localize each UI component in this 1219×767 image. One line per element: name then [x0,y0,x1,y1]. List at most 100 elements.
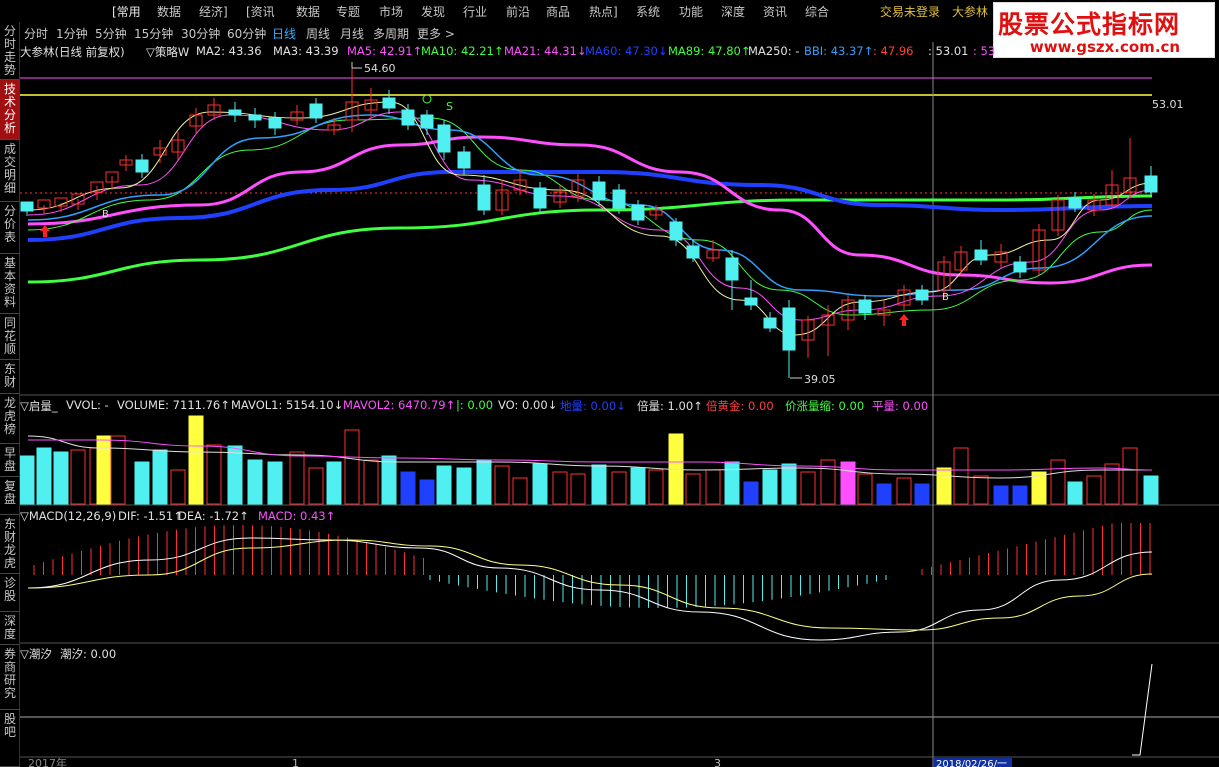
sidebar-tab-8[interactable]: 早盘 [0,444,20,477]
volume-bar-51 [973,475,989,505]
sidebar-tab-3[interactable]: 分价表 [0,202,20,254]
volume-bar-40 [762,469,778,505]
period-tab-6[interactable]: 日线 [272,25,296,42]
chart-canvas[interactable]: 54.60 39.05 53.01 B B S 2017年 1 3 2018/02/26/一 [0,0,1219,767]
volume-bar-48 [914,483,930,505]
candle-body-24 [457,151,471,169]
xaxis-label-2: 3 [714,757,721,767]
period-tab-8[interactable]: 月线 [340,25,364,42]
legend-item-3: MAVOL2: 6470.79↑ [343,398,456,412]
volume-bar-5 [96,435,112,505]
period-tab-7[interactable]: 周线 [306,25,330,42]
period-tab-4[interactable]: 30分钟 [181,25,220,42]
candle-body-28 [533,187,547,209]
legend-item-0: VVOL: - [66,398,109,412]
legend-item-1: MA3: 43.39 [273,44,339,58]
candle-body-20 [382,97,396,109]
menu-item-3[interactable]: [资讯 [246,3,275,20]
sidebar-tab-0[interactable]: 分时走势 [0,22,20,80]
sidebar-tab-10[interactable]: 东财龙虎 [0,515,20,574]
menu-item-7[interactable]: 发现 [421,3,445,20]
candle-body-16 [309,103,323,119]
volume-bar-26 [494,465,510,505]
volume-bar-41 [781,463,797,505]
menu-item-8[interactable]: 行业 [463,3,487,20]
volume-bar-30 [570,473,586,505]
menu-item-0[interactable]: [常用 [112,3,141,20]
volume-bar-15 [289,451,305,505]
candle-body-60 [1144,175,1158,193]
candle-body-0 [20,201,34,212]
legend-item-7: 倍量: 1.00↑ [637,399,703,413]
menu-item-11[interactable]: 热点] [589,3,618,20]
legend-item-7: MA250: - [748,44,800,58]
volume-bar-39 [743,481,759,505]
cursor-date-label: 2018/02/26/一 [936,759,1007,767]
volume-bar-59 [1122,447,1138,505]
buy-marker-b: B [102,209,109,220]
candle-body-48 [915,289,929,301]
candle-body-38 [725,257,739,281]
legend-item-3: MA10: 42.21↑ [421,44,504,58]
menu-item-2[interactable]: 经济] [199,3,228,20]
volume-bar-49 [936,467,952,505]
period-tab-9[interactable]: 多周期 [373,25,409,42]
sidebar-tab-6[interactable]: 东财 [0,360,20,394]
volume-bar-54 [1031,471,1047,505]
sidebar-tab-12[interactable]: 深度 [0,612,20,645]
menu-item-14[interactable]: 深度 [721,3,745,20]
volume-bar-19 [363,459,379,505]
volume-bar-34 [648,469,664,505]
legend-item-6: MA89: 47.80↑ [668,44,751,58]
menu-item-16[interactable]: 综合 [805,3,829,20]
menu-item-12[interactable]: 系统 [636,3,660,20]
legend-title: ▽启量_ [20,399,58,413]
period-tab-1[interactable]: 1分钟 [56,25,88,42]
login-status[interactable]: 交易未登录 [880,3,940,20]
sidebar-tab-7[interactable]: 龙虎榜 [0,394,20,444]
candle-body-12 [228,109,242,116]
period-tab-0[interactable]: 分时 [24,25,48,42]
buy-arrow-icon [40,225,50,237]
strategy-label[interactable]: ▽策略W [146,44,189,60]
menu-item-1[interactable]: 数据 [157,3,181,20]
menu-item-13[interactable]: 功能 [679,3,703,20]
period-tab-3[interactable]: 15分钟 [134,25,173,42]
volume-bar-32 [611,471,627,505]
volume-bar-11 [206,444,222,505]
menu-item-4[interactable]: 数据 [296,3,320,20]
menu-item-10[interactable]: 商品 [546,3,570,20]
volume-bar-0 [19,455,35,505]
volume-bar-9 [170,469,186,505]
period-tab-2[interactable]: 5分钟 [95,25,127,42]
volume-bar-6 [110,435,126,505]
legend-item-0: DIF: -1.51↑ [118,509,183,523]
volume-bar-55 [1050,459,1066,505]
volume-bar-21 [400,471,416,505]
candle-body-56 [1068,197,1082,209]
sidebar-tab-2[interactable]: 成交明细 [0,140,20,202]
volume-bar-57 [1086,475,1102,505]
period-tab-10[interactable]: 更多 > [417,25,455,42]
sidebar-tab-4[interactable]: 基本资料 [0,254,20,314]
menu-item-6[interactable]: 市场 [379,3,403,20]
candle-body-41 [782,307,796,351]
sidebar-tab-13[interactable]: 券商研究 [0,645,20,710]
legend-item-5: MA60: 47.30↓ [585,44,668,58]
sidebar-tab-14[interactable]: 股吧 [0,710,20,767]
volume-bar-29 [552,471,568,505]
sidebar-tab-11[interactable]: 诊股 [0,574,20,612]
period-tab-5[interactable]: 60分钟 [227,25,266,42]
candle-body-39 [744,297,758,306]
volume-bar-22 [419,479,435,505]
sidebar-tab-5[interactable]: 同花顺 [0,314,20,360]
legend-item-6: 地量: 0.00↓ [560,399,626,413]
candle-body-14 [268,117,282,129]
legend-item-0: 潮汐: 0.00 [60,647,117,661]
menu-item-5[interactable]: 专题 [336,3,360,20]
sidebar-tab-1[interactable]: 技术分析 [0,80,20,140]
menu-item-9[interactable]: 前沿 [506,3,530,20]
menu-item-15[interactable]: 资讯 [763,3,787,20]
tide-line [1132,663,1153,756]
sidebar-tab-9[interactable]: 复盘 [0,477,20,515]
